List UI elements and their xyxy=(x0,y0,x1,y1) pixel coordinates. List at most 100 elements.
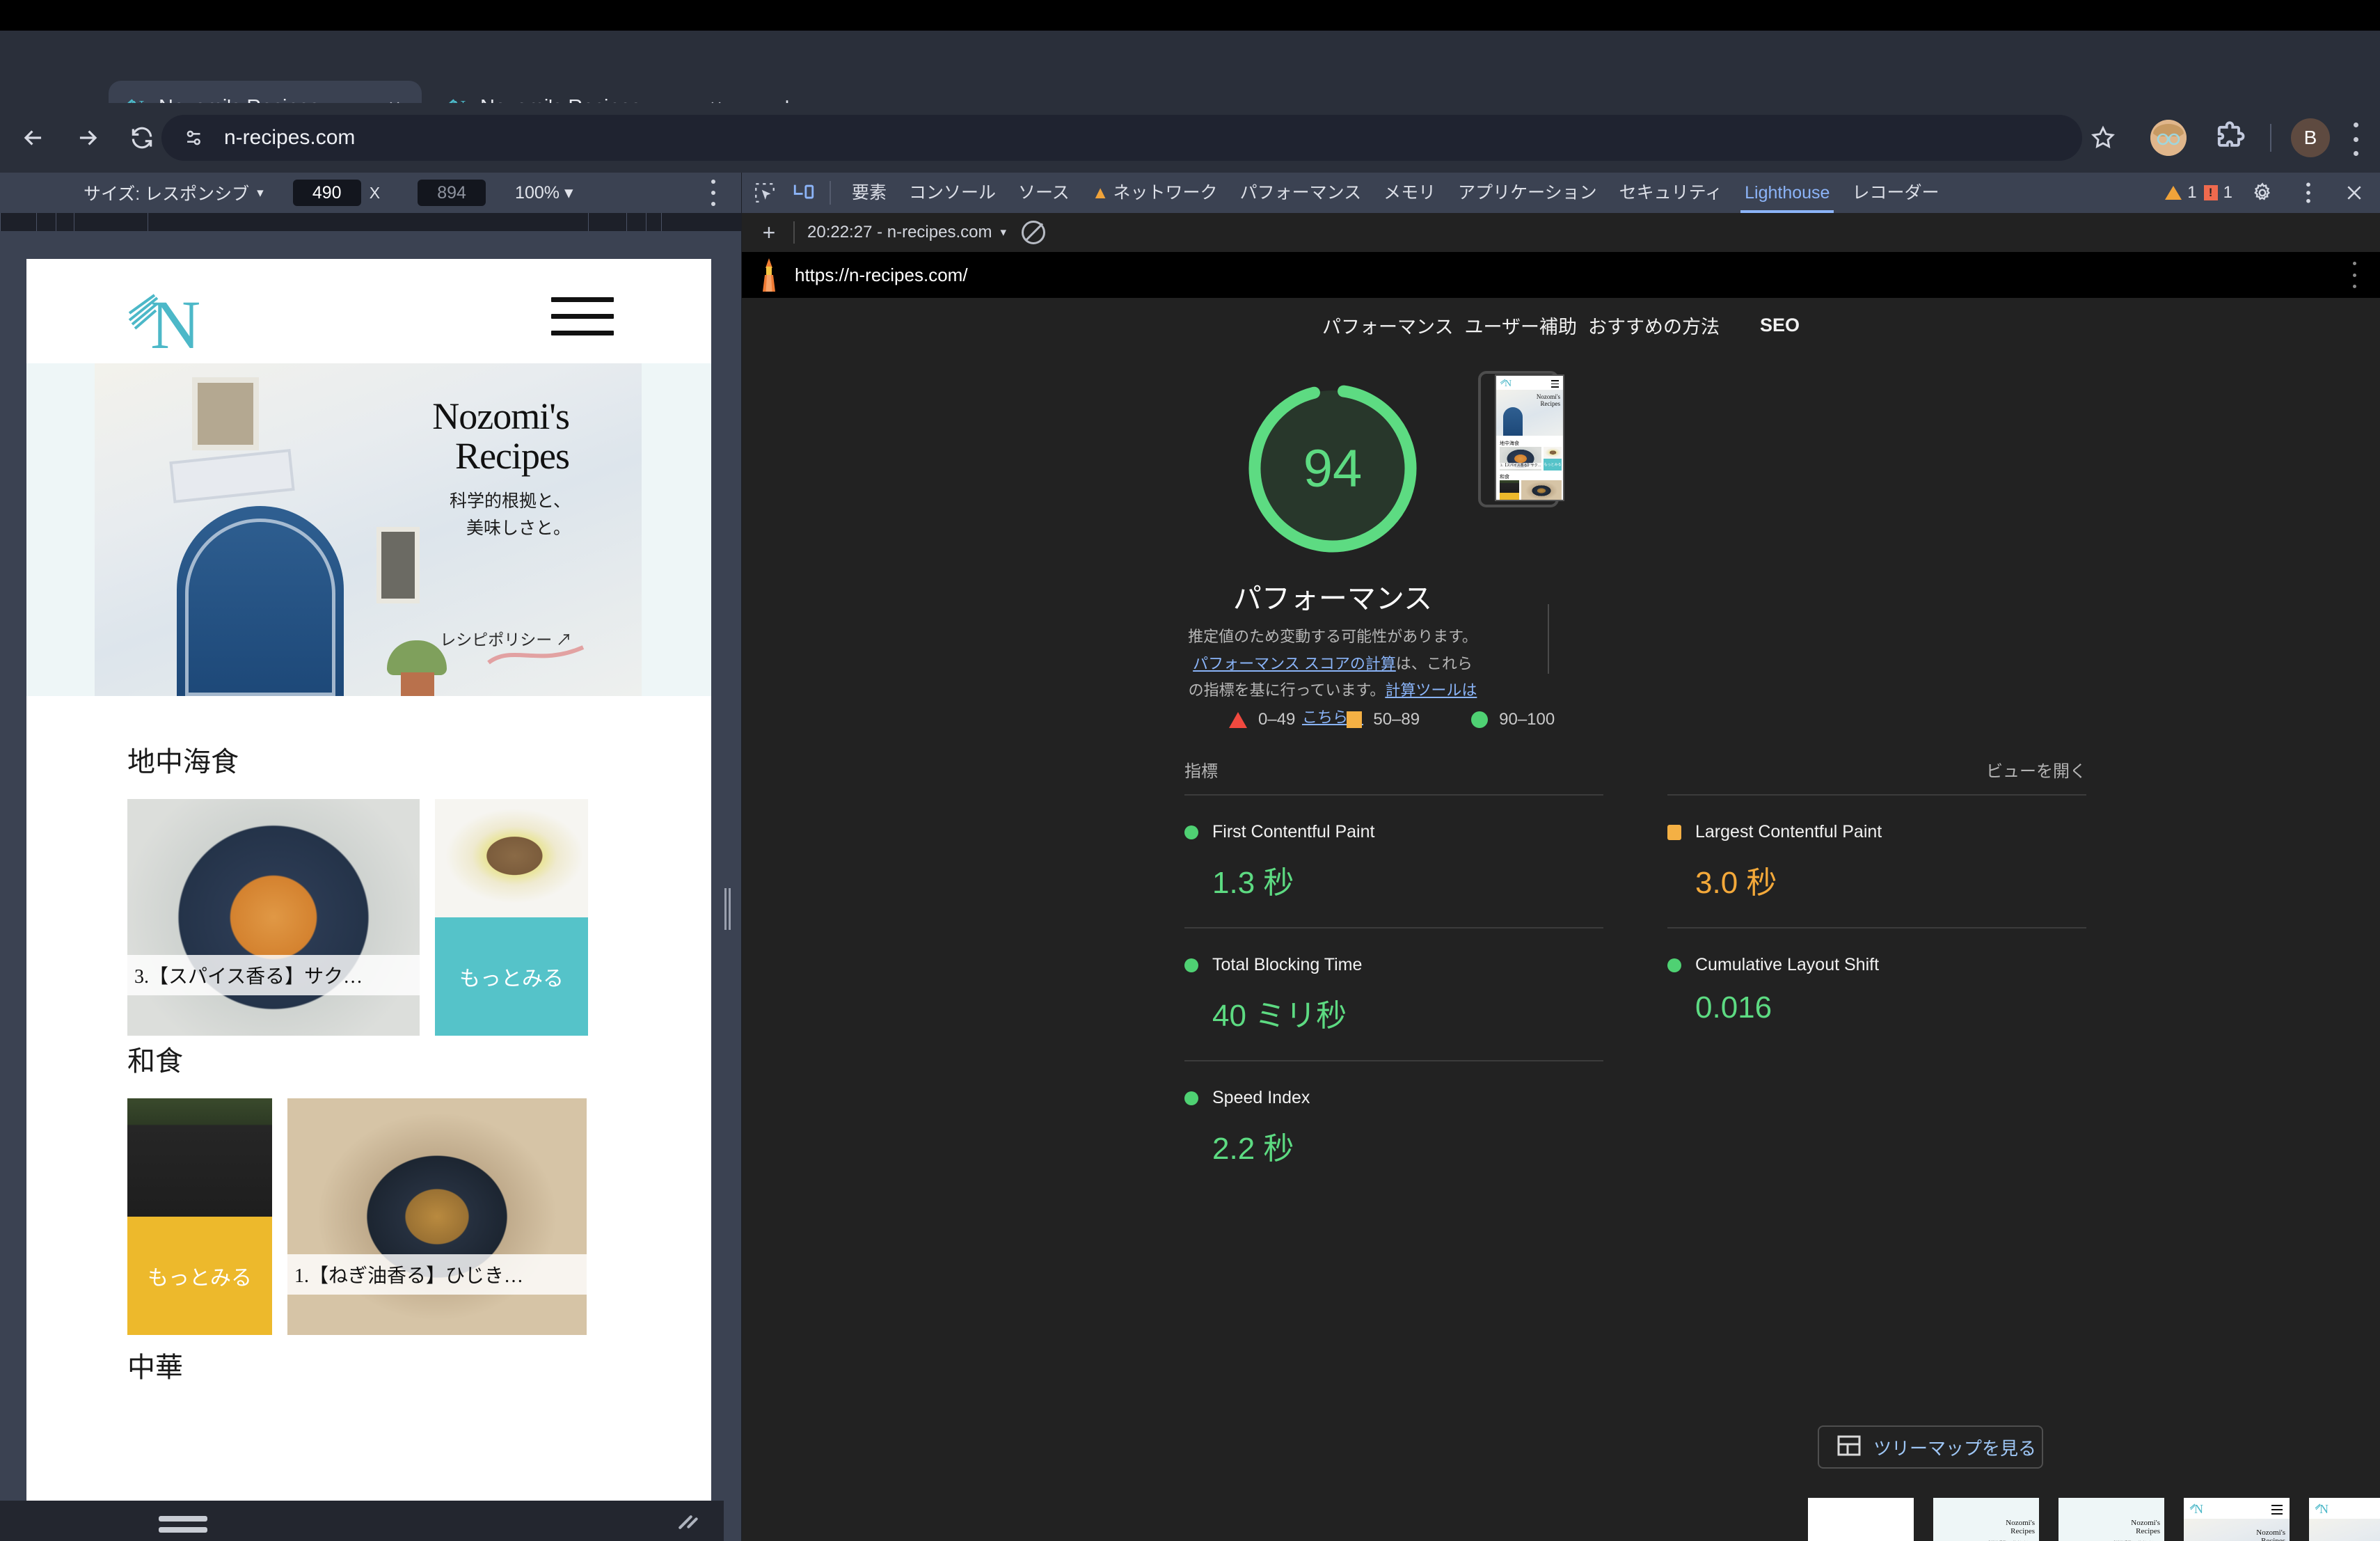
tab-lighthouse[interactable]: Lighthouse xyxy=(1734,173,1841,213)
section-divider xyxy=(1548,604,1549,674)
treemap-icon xyxy=(1837,1435,1861,1460)
site-settings-icon[interactable] xyxy=(180,123,209,152)
metric-total-blocking-time[interactable]: Total Blocking Time 40 ミリ秒 xyxy=(1184,927,1603,1060)
zoom-level-select[interactable]: 100% ▾ xyxy=(515,182,573,203)
tab-performance[interactable]: パフォーマンス xyxy=(1229,173,1373,213)
filmstrip-frame[interactable]: N Nozomi'sRecipes 科学的根拠と、美味しさと。 レシピポリシー … xyxy=(2184,1498,2290,1541)
metric-cumulative-layout-shift[interactable]: Cumulative Layout Shift 0.016 xyxy=(1667,927,2086,1050)
more-link[interactable]: もっとみる xyxy=(127,1217,272,1335)
metric-speed-index[interactable]: Speed Index 2.2 秒 xyxy=(1184,1060,1603,1193)
inspect-element-icon[interactable] xyxy=(749,177,781,209)
tab-network[interactable]: ▲ ネットワーク xyxy=(1081,173,1229,213)
metric-first-contentful-paint[interactable]: First Contentful Paint 1.3 秒 xyxy=(1184,794,1603,927)
category-best-practices[interactable]: おすすめの方法 xyxy=(1582,312,1725,339)
viewport-resize-bar[interactable] xyxy=(0,1501,724,1541)
open-view-link[interactable]: ビューを開く xyxy=(1986,757,2086,782)
recipe-card-side[interactable]: もっとみる xyxy=(127,1098,272,1335)
warning-count[interactable]: 1 xyxy=(2165,183,2197,203)
metrics-header-label: 指標 xyxy=(1184,762,1218,781)
bookmark-star-icon[interactable] xyxy=(2081,116,2125,160)
filmstrip-frame[interactable]: Nozomi'sRecipes 科学的根拠と、美味しさと。 レシピポリシー 地中… xyxy=(1933,1498,2039,1541)
device-toolbar-toggle-icon[interactable] xyxy=(788,177,820,209)
toolbar-divider xyxy=(830,181,831,205)
tab-console[interactable]: コンソール xyxy=(898,173,1007,213)
device-emulation-toolbar: サイズ: レスポンシブ ▾ 490 X 894 100% ▾ xyxy=(0,173,741,213)
browser-menu-button[interactable] xyxy=(2345,123,2366,156)
recipe-card-row: 3.【スパイス香る】サク… もっとみる xyxy=(127,799,711,1036)
profile-avatar-icon[interactable] xyxy=(2150,120,2187,156)
settings-gear-icon[interactable] xyxy=(2246,177,2278,209)
status-dot-icon xyxy=(1667,958,1681,972)
viewport-resize-handle-icon[interactable] xyxy=(159,1516,207,1538)
recipe-policy-link[interactable]: レシピポリシー ↗ xyxy=(374,626,572,650)
filmstrip-frame[interactable]: N Nozomi'sRecipes 科学的根拠と、美味しさと。 レシピポリシー … xyxy=(2309,1498,2380,1541)
performance-score-title: パフォーマンス xyxy=(1232,583,1433,615)
filmstrip-frame[interactable] xyxy=(1808,1498,1914,1541)
metrics-column-left: First Contentful Paint 1.3 秒 Total Block… xyxy=(1184,794,1635,1193)
device-size-caret-icon[interactable]: ▾ xyxy=(257,185,264,201)
clear-audits-icon[interactable] xyxy=(1022,221,1046,244)
recipe-card-row: もっとみる 1.【ねぎ油香る】ひじき… xyxy=(127,1098,711,1335)
splitter-grip-icon[interactable] xyxy=(724,888,731,930)
new-audit-button[interactable]: + xyxy=(757,220,781,246)
lighthouse-logo-icon xyxy=(757,257,781,293)
tab-recorder[interactable]: レコーダー xyxy=(1841,173,1950,213)
recipe-caption: 1.【ねぎ油香る】ひじき… xyxy=(287,1254,587,1295)
audit-run-caret-icon[interactable]: ▾ xyxy=(1000,226,1006,239)
legend-item-average: 50–89 xyxy=(1347,710,1420,729)
device-toolbar-menu-button[interactable] xyxy=(704,180,722,206)
close-devtools-icon[interactable] xyxy=(2338,177,2370,209)
metric-name: First Contentful Paint xyxy=(1212,822,1375,841)
tab-memory[interactable]: メモリ xyxy=(1372,173,1447,213)
performance-score-value: 94 xyxy=(1303,438,1363,498)
view-treemap-button[interactable]: ツリーマップを見る xyxy=(1818,1425,2043,1469)
error-count[interactable]: ! 1 xyxy=(2203,183,2232,203)
report-menu-button[interactable] xyxy=(2345,262,2363,288)
status-dot-icon xyxy=(1184,1091,1198,1105)
back-button[interactable] xyxy=(13,117,54,159)
menu-hamburger-icon[interactable] xyxy=(551,297,614,335)
category-seo[interactable]: SEO xyxy=(1754,315,1805,336)
page-thumbnail[interactable]: N Nozomi's Recipes 地中海食 3.【スパイス香る】サク… もっと… xyxy=(1495,374,1564,501)
devtools-menu-button[interactable] xyxy=(2292,177,2324,209)
browser-chrome: N Nozomi's Recipes × N Nozomi's Recipes … xyxy=(0,0,2380,173)
score-calculation-link[interactable]: パフォーマンス スコアの計算 xyxy=(1193,655,1396,672)
panel-splitter[interactable] xyxy=(724,231,742,1541)
recipe-card-side[interactable]: もっとみる xyxy=(435,799,588,1036)
category-accessibility[interactable]: ユーザー補助 xyxy=(1459,312,1582,339)
metric-value: 0.016 xyxy=(1695,990,1772,1025)
status-dot-icon xyxy=(1184,958,1198,972)
metric-largest-contentful-paint[interactable]: Largest Contentful Paint 3.0 秒 xyxy=(1667,794,2086,927)
section-title: 中華 xyxy=(127,1352,183,1383)
metric-value: 40 ミリ秒 xyxy=(1212,999,1347,1033)
triangle-icon xyxy=(1229,711,1247,728)
viewport-ruler xyxy=(0,213,741,231)
profile-button[interactable]: B xyxy=(2291,118,2330,157)
recipe-card-main[interactable]: 3.【スパイス香る】サク… xyxy=(127,799,420,1036)
device-size-label[interactable]: サイズ: レスポンシブ xyxy=(84,180,249,205)
tab-application[interactable]: アプリケーション xyxy=(1447,173,1608,213)
tab-elements[interactable]: 要素 xyxy=(841,173,898,213)
reload-button[interactable] xyxy=(121,117,163,159)
address-input[interactable]: n-recipes.com xyxy=(161,115,2082,161)
extensions-puzzle-icon[interactable] xyxy=(2212,120,2248,156)
tab-sources[interactable]: ソース xyxy=(1007,173,1081,213)
warning-triangle-icon xyxy=(2165,186,2182,200)
toolbar-divider xyxy=(793,221,795,244)
viewport-width-input[interactable]: 490 xyxy=(292,180,361,206)
more-link[interactable]: もっとみる xyxy=(435,917,588,1036)
viewport-corner-resize-icon[interactable] xyxy=(678,1510,702,1534)
site-logo-icon[interactable]: N xyxy=(124,285,228,365)
viewport-height-input[interactable]: 894 xyxy=(418,180,486,206)
audit-run-select[interactable]: 20:22:27 - n-recipes.com xyxy=(807,223,992,242)
category-performance[interactable]: パフォーマンス xyxy=(1317,312,1459,339)
filmstrip-frame[interactable]: Nozomi'sRecipes 科学的根拠と、美味しさと。 レシピポリシー 地中… xyxy=(2058,1498,2164,1541)
site-header: N xyxy=(26,259,711,363)
tab-security[interactable]: セキュリティ xyxy=(1608,173,1734,213)
metrics-header: 指標 ビューを開く xyxy=(1184,757,2086,794)
emulated-page[interactable]: N Nozomi's Recipes 科学的根拠と、 美味しさと。 レシピポリシ… xyxy=(26,259,711,1505)
recipe-image xyxy=(127,799,420,1036)
recipe-card-main[interactable]: 1.【ねぎ油香る】ひじき… xyxy=(287,1098,587,1335)
forward-button[interactable] xyxy=(67,117,109,159)
devtools-panel: 要素 コンソール ソース ▲ ネットワーク パフォーマンス メモリ アプリケーショ… xyxy=(742,173,2380,1541)
